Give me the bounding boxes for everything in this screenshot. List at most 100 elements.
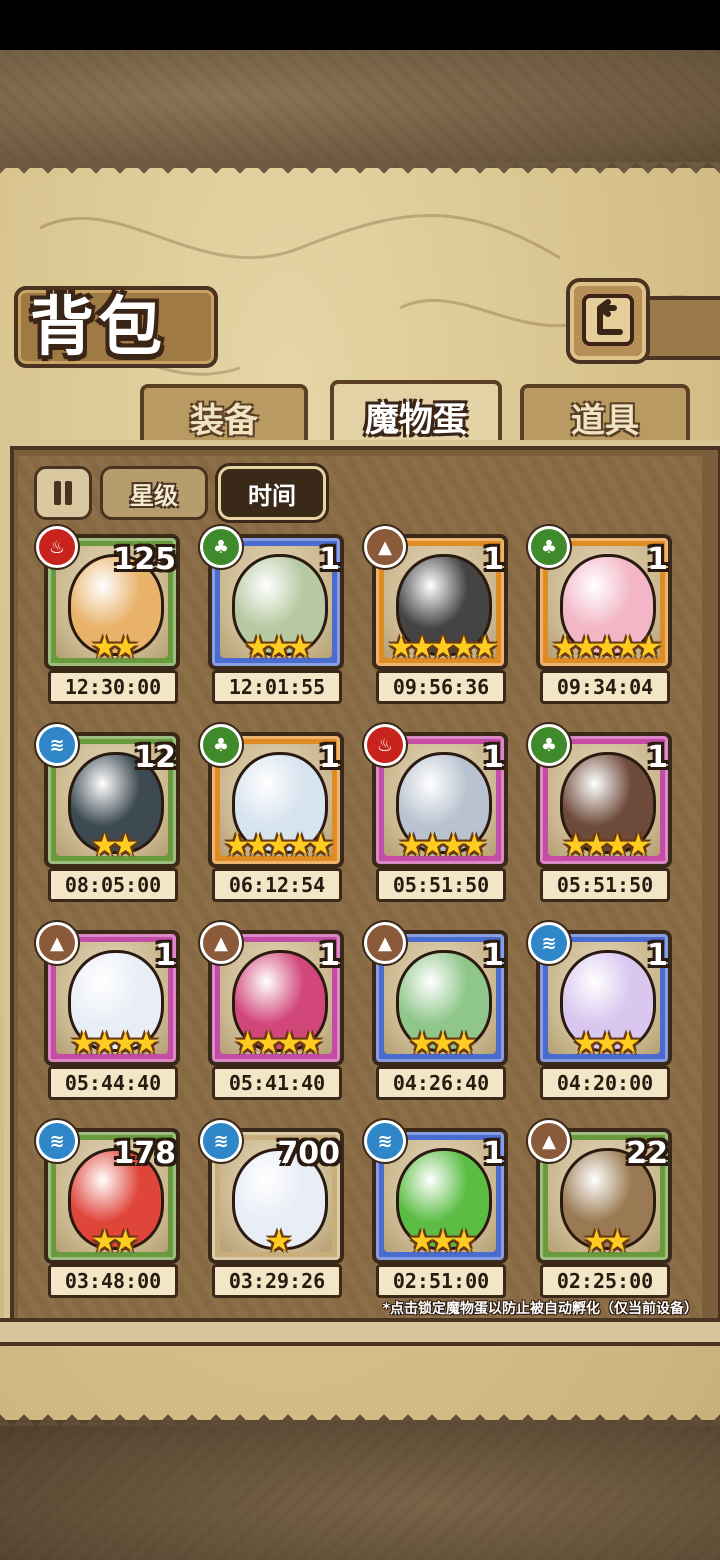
- egg-card[interactable]: ≋ 1 ★★★ 02:51:00: [364, 1120, 508, 1298]
- star-rating: ★★★★★: [223, 828, 334, 863]
- grass-element-icon: ♣: [200, 526, 242, 568]
- pause-icon: [54, 481, 61, 505]
- hatch-timer: 04:20:00: [540, 1066, 670, 1100]
- egg-card[interactable]: ▲ 1 ★★★★★ 09:56:36: [364, 526, 508, 704]
- egg-count: 1: [483, 542, 504, 577]
- hatch-timer: 03:48:00: [48, 1264, 178, 1298]
- hatch-timer: 09:56:36: [376, 670, 506, 704]
- tab-monster-eggs-label: 魔物蛋: [365, 399, 467, 440]
- hatch-timer: 05:51:50: [540, 868, 670, 902]
- frame-bottom-rail: [0, 1318, 720, 1346]
- egg-card[interactable]: ♣ 1 ★★★ 12:01:55: [200, 526, 344, 704]
- egg-card[interactable]: ♣ 1 ★★★★ 05:51:50: [528, 724, 672, 902]
- tab-strip: 装备 魔物蛋 道具: [8, 380, 712, 448]
- egg-card[interactable]: ♨ 1 ★★★★ 05:51:50: [364, 724, 508, 902]
- water-element-icon: ≋: [200, 1120, 242, 1162]
- egg-count: 1: [647, 938, 668, 973]
- hatch-timer: 05:44:40: [48, 1066, 178, 1100]
- earth-element-icon: ▲: [528, 1120, 570, 1162]
- earth-element-icon: ▲: [364, 922, 406, 964]
- sort-by-time-button[interactable]: 时间: [218, 466, 326, 520]
- egg-count: 1: [483, 740, 504, 775]
- hatch-timer: 05:51:50: [376, 868, 506, 902]
- hatch-timer: 04:26:40: [376, 1066, 506, 1100]
- toggle-sort-order-button[interactable]: [34, 466, 92, 520]
- egg-count: 1: [319, 938, 340, 973]
- egg-count: 1: [647, 542, 668, 577]
- map-background-top: [0, 50, 720, 168]
- star-rating: ★★★★: [398, 828, 488, 863]
- egg-card[interactable]: ▲ 1 ★★★★ 05:44:40: [36, 922, 180, 1100]
- egg-card[interactable]: ♣ 1 ★★★★★ 09:34:04: [528, 526, 672, 704]
- star-rating: ★★★★: [562, 828, 652, 863]
- egg-count: 1: [155, 938, 176, 973]
- egg-count: 1: [319, 740, 340, 775]
- back-button-rail: [640, 296, 720, 360]
- egg-count: 1: [483, 1136, 504, 1171]
- back-button[interactable]: [566, 278, 650, 364]
- hatch-timer: 12:30:00: [48, 670, 178, 704]
- page-title: 背包: [30, 290, 166, 365]
- hatch-timer: 12:01:55: [212, 670, 342, 704]
- water-element-icon: ≋: [528, 922, 570, 964]
- star-rating: ★★★: [244, 630, 314, 665]
- hatch-timer: 05:41:40: [212, 1066, 342, 1100]
- sort-by-star-button[interactable]: 星级: [100, 466, 208, 520]
- hatch-timer: 02:51:00: [376, 1264, 506, 1298]
- earth-element-icon: ▲: [36, 922, 78, 964]
- tab-equipment[interactable]: 装备: [140, 384, 308, 446]
- earth-element-icon: ▲: [364, 526, 406, 568]
- egg-card[interactable]: ▲ 1 ★★★★ 05:41:40: [200, 922, 344, 1100]
- torn-edge-bottom: [0, 1402, 720, 1426]
- grass-element-icon: ♣: [528, 724, 570, 766]
- torn-edge-top: [0, 162, 720, 186]
- water-element-icon: ≋: [364, 1120, 406, 1162]
- pause-icon-bar: [65, 481, 72, 505]
- egg-card[interactable]: ≋ 12 ★★ 08:05:00: [36, 724, 180, 902]
- tab-equipment-label: 装备: [190, 400, 258, 441]
- egg-count: 22: [626, 1136, 668, 1171]
- tab-monster-eggs[interactable]: 魔物蛋: [330, 380, 502, 448]
- grass-element-icon: ♣: [200, 724, 242, 766]
- water-element-icon: ≋: [36, 724, 78, 766]
- map-background-bottom: [0, 1420, 720, 1560]
- star-rating: ★★: [91, 828, 139, 863]
- tab-items[interactable]: 道具: [520, 384, 690, 446]
- star-rating: ★★★★: [70, 1026, 160, 1061]
- egg-count: 178: [113, 1136, 176, 1171]
- fire-element-icon: ♨: [36, 526, 78, 568]
- egg-count: 700: [277, 1136, 340, 1171]
- status-bar: [0, 0, 720, 50]
- star-rating: ★★: [91, 630, 139, 665]
- return-icon: [582, 294, 634, 346]
- fire-element-icon: ♨: [364, 724, 406, 766]
- egg-card[interactable]: ≋ 178 ★★ 03:48:00: [36, 1120, 180, 1298]
- sort-by-time-label: 时间: [248, 481, 296, 510]
- hatch-timer: 09:34:04: [540, 670, 670, 704]
- hatch-timer: 06:12:54: [212, 868, 342, 902]
- hatch-timer: 08:05:00: [48, 868, 178, 902]
- egg-card[interactable]: ≋ 1 ★★★ 04:20:00: [528, 922, 672, 1100]
- egg-count: 1: [647, 740, 668, 775]
- star-rating: ★★: [583, 1224, 631, 1259]
- egg-card[interactable]: ♣ 1 ★★★★★ 06:12:54: [200, 724, 344, 902]
- egg-card[interactable]: ≋ 700 ★ 03:29:26: [200, 1120, 344, 1298]
- star-rating: ★★★★: [234, 1026, 324, 1061]
- star-rating: ★★★: [408, 1026, 478, 1061]
- hatch-timer: 03:29:26: [212, 1264, 342, 1298]
- lock-hint: *点击锁定魔物蛋以防止被自动孵化（仅当前设备）: [382, 1301, 698, 1317]
- grass-element-icon: ♣: [528, 526, 570, 568]
- egg-count: 1: [319, 542, 340, 577]
- star-rating: ★★★: [408, 1224, 478, 1259]
- egg-card[interactable]: ▲ 1 ★★★ 04:26:40: [364, 922, 508, 1100]
- sort-by-star-label: 星级: [130, 481, 178, 510]
- egg-count: 1: [483, 938, 504, 973]
- egg-count: 125: [113, 542, 176, 577]
- earth-element-icon: ▲: [200, 922, 242, 964]
- egg-count: 12: [134, 740, 176, 775]
- egg-card[interactable]: ♨ 125 ★★ 12:30:00: [36, 526, 180, 704]
- star-rating: ★★★★★: [551, 630, 662, 665]
- star-rating: ★★: [91, 1224, 139, 1259]
- egg-card[interactable]: ▲ 22 ★★ 02:25:00: [528, 1120, 672, 1298]
- tab-items-label: 道具: [571, 400, 639, 441]
